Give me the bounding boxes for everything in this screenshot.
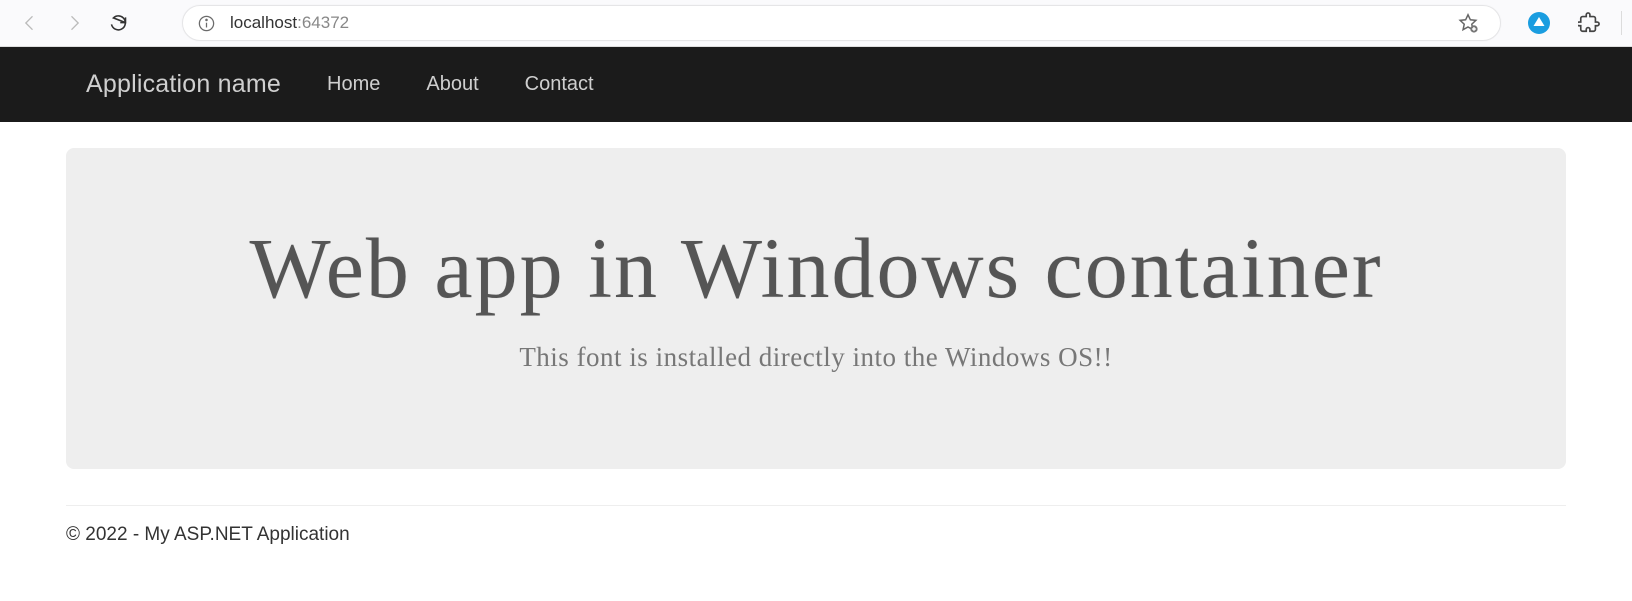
footer-text: © 2022 - My ASP.NET Application	[0, 524, 1632, 546]
profile-circle-icon	[1527, 11, 1551, 35]
url-text: localhost:64372	[230, 13, 349, 33]
profile-button[interactable]	[1521, 5, 1557, 41]
reload-button[interactable]	[98, 5, 138, 41]
main-container: Web app in Windows container This font i…	[0, 148, 1632, 469]
site-info-icon[interactable]	[197, 14, 216, 33]
jumbotron: Web app in Windows container This font i…	[66, 148, 1566, 469]
brand-link[interactable]: Application name	[86, 70, 281, 99]
footer-divider	[66, 505, 1566, 506]
browser-right-controls	[1511, 5, 1622, 41]
reload-icon	[108, 13, 129, 34]
arrow-left-icon	[20, 13, 40, 33]
address-bar[interactable]: localhost:64372	[182, 5, 1501, 41]
star-add-icon	[1457, 12, 1479, 34]
back-button[interactable]	[10, 5, 50, 41]
url-port: :64372	[297, 13, 349, 32]
favorite-button[interactable]	[1450, 5, 1486, 41]
nav-link-home[interactable]: Home	[327, 73, 380, 96]
extensions-button[interactable]	[1571, 5, 1607, 41]
puzzle-icon	[1578, 12, 1600, 34]
nav-link-about[interactable]: About	[426, 73, 478, 96]
arrow-right-icon	[64, 13, 84, 33]
forward-button[interactable]	[54, 5, 94, 41]
site-navbar: Application name Home About Contact	[0, 47, 1632, 122]
browser-toolbar: localhost:64372	[0, 0, 1632, 47]
hero-title: Web app in Windows container	[106, 218, 1526, 318]
chrome-separator	[1621, 11, 1622, 35]
nav-link-contact[interactable]: Contact	[525, 73, 594, 96]
info-icon	[197, 14, 216, 33]
hero-subtitle: This font is installed directly into the…	[106, 342, 1526, 373]
url-host: localhost	[230, 13, 297, 32]
